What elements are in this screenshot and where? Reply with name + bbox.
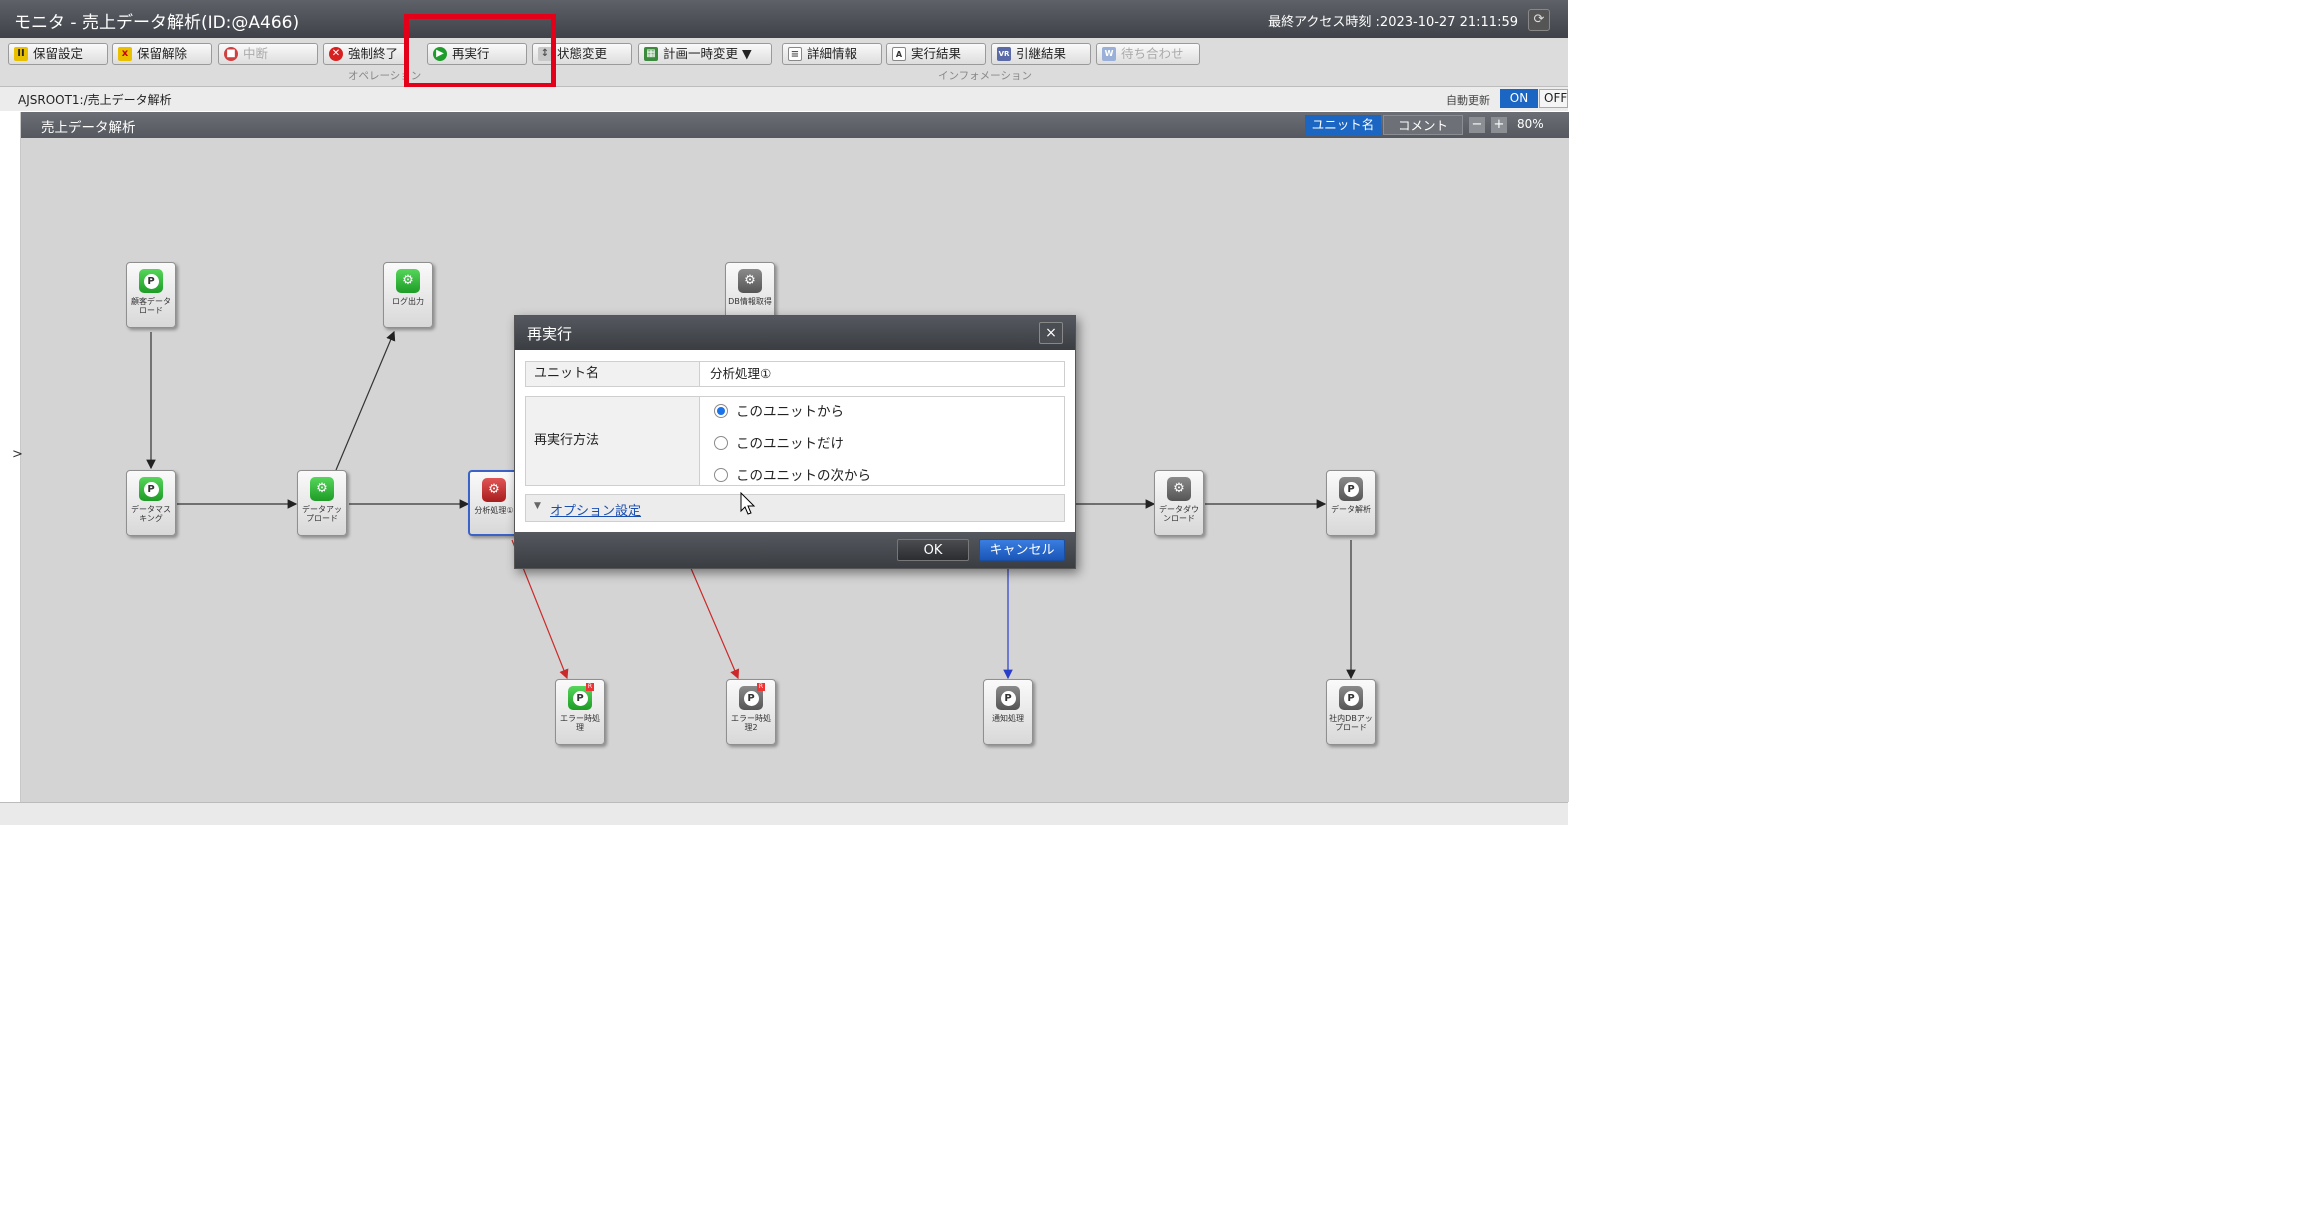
option-settings-link[interactable]: オプション設定 (550, 500, 641, 519)
node-notification[interactable]: P 通知処理 (983, 679, 1033, 745)
dialog-footer: OK キャンセル (515, 532, 1075, 568)
chevron-down-icon[interactable]: ▼ (534, 501, 541, 511)
p-icon: P (1339, 686, 1363, 710)
dialog-title: 再実行 (527, 325, 573, 343)
node-data-download[interactable]: ⚙ データダウンロード (1154, 470, 1204, 536)
cancel-button[interactable]: キャンセル (979, 539, 1065, 561)
rerun-method-label: 再実行方法 (525, 396, 700, 486)
node-error-handling[interactable]: P R エラー時処理 (555, 679, 605, 745)
node-data-upload[interactable]: ⚙ データアップロード (297, 470, 347, 536)
radio-button[interactable] (714, 468, 728, 482)
radio-button[interactable] (714, 436, 728, 450)
edge (335, 330, 396, 471)
node-data-analysis[interactable]: P データ解析 (1326, 470, 1376, 536)
node-data-masking[interactable]: P データマスキング (126, 470, 176, 536)
status-strip (0, 802, 1568, 825)
node-error-handling-2[interactable]: P R エラー時処理2 (726, 679, 776, 745)
node-log-output[interactable]: ⚙ ログ出力 (383, 262, 433, 328)
p-icon: P (1339, 477, 1363, 501)
p-icon: P (996, 686, 1020, 710)
p-icon: P (139, 477, 163, 501)
rerun-method-options: このユニットから このユニットだけ このユニットの次から (699, 396, 1065, 486)
node-customer-data-load[interactable]: P 顧客データロード (126, 262, 176, 328)
mouse-cursor-icon (740, 492, 756, 515)
job-icon: ⚙ (738, 269, 762, 293)
close-icon[interactable]: × (1039, 322, 1063, 344)
dialog-header: 再実行 × (515, 316, 1075, 350)
p-icon: P (139, 269, 163, 293)
recovery-badge-icon: R (757, 683, 765, 691)
job-icon: ⚙ (1167, 477, 1191, 501)
option-settings-bar[interactable]: ▼ オプション設定 (525, 494, 1065, 522)
rerun-dialog: 再実行 × ユニット名 分析処理① 再実行方法 このユニットから このユニットだ… (514, 315, 1076, 569)
job-icon: ⚙ (310, 477, 334, 501)
radio-from-this-unit[interactable]: このユニットから (714, 400, 844, 420)
recovery-badge-icon: R (586, 683, 594, 691)
edge (689, 565, 740, 680)
node-internal-db-upload[interactable]: P 社内DBアップロード (1326, 679, 1376, 745)
unit-name-value: 分析処理① (699, 361, 1065, 387)
job-icon: ⚙ (482, 478, 506, 502)
unit-name-label: ユニット名 (525, 361, 700, 387)
radio-this-unit-only[interactable]: このユニットだけ (714, 432, 844, 452)
ok-button[interactable]: OK (897, 539, 969, 561)
radio-from-next-unit[interactable]: このユニットの次から (714, 464, 871, 484)
radio-button-selected[interactable] (714, 404, 728, 418)
job-icon: ⚙ (396, 269, 420, 293)
node-analysis-1[interactable]: ⚙ 分析処理① (468, 470, 518, 536)
